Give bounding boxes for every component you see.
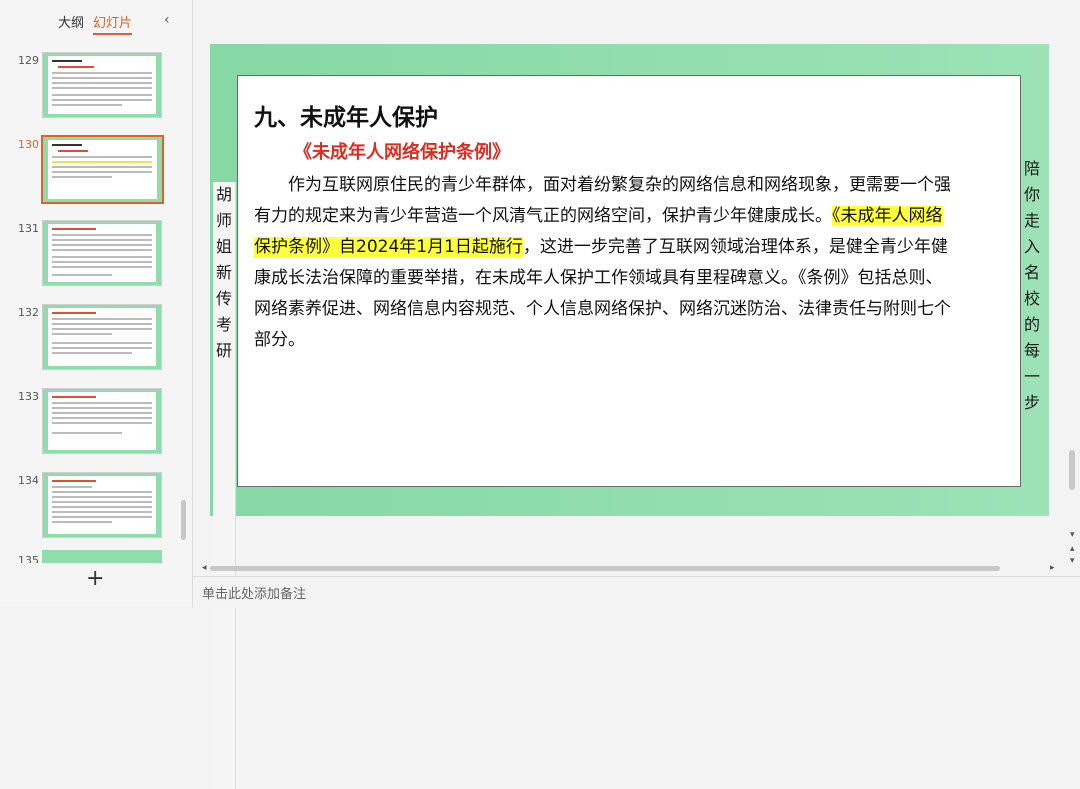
scroll-right-icon[interactable]: ▸ <box>1050 563 1055 573</box>
slide-content-box[interactable]: 九、未成年人保护 《未成年人网络保护条例》 作为互联网原住民的青少年群体，面对着… <box>237 75 1021 487</box>
slide-panel: 大纲 幻灯片 ‹ 129 130 131 132 133 134 135 + <box>0 0 193 607</box>
thumbnail-row[interactable]: 134 <box>0 468 180 540</box>
thumbnail-row[interactable]: 131 <box>0 216 180 288</box>
horizontal-scroll-thumb[interactable] <box>210 566 1000 571</box>
side-text-left: 胡师姐新传考研 <box>213 182 236 789</box>
thumbnail-row[interactable]: 130 <box>0 132 180 204</box>
slide-thumbnail[interactable] <box>42 472 162 538</box>
slide-body-text[interactable]: 作为互联网原住民的青少年群体，面对着纷繁复杂的网络信息和网络现象，更需要一个强有… <box>254 170 958 356</box>
panel-scrollbar[interactable] <box>181 500 186 540</box>
slide-thumbnail[interactable] <box>42 220 162 286</box>
slide-title[interactable]: 九、未成年人保护 <box>254 98 438 132</box>
chevron-left-icon[interactable]: ‹ <box>164 12 170 28</box>
slide-thumbnail[interactable] <box>42 52 162 118</box>
notes-pane[interactable]: 单击此处添加备注 <box>193 576 1080 608</box>
slide-number: 132 <box>18 306 39 319</box>
slide-number: 133 <box>18 390 39 403</box>
thumbnail-list[interactable]: 129 130 131 132 133 134 135 <box>0 48 180 563</box>
slide-thumbnail[interactable] <box>42 304 162 370</box>
side-text-right: 陪你走入名校的每一步 <box>1023 159 1040 412</box>
slide-thumbnail-active[interactable] <box>41 135 164 204</box>
tab-slides[interactable]: 幻灯片 <box>93 12 133 35</box>
notes-input[interactable]: 单击此处添加备注 <box>202 583 306 602</box>
slide-number: 135 <box>18 554 39 563</box>
thumbnail-row[interactable]: 129 <box>0 48 180 120</box>
scroll-down-icon[interactable]: ▾ <box>1070 530 1075 540</box>
thumbnail-row[interactable]: 133 <box>0 384 180 456</box>
thumbnail-row[interactable]: 135 <box>0 548 180 563</box>
slide-canvas[interactable]: 胡师姐新传考研 九、未成年人保护 《未成年人网络保护条例》 作为互联网原住民的青… <box>210 44 1049 789</box>
slide-number: 134 <box>18 474 39 487</box>
scroll-left-icon[interactable]: ◂ <box>202 563 207 573</box>
slide-thumbnail[interactable] <box>42 550 162 563</box>
prev-slide-icon[interactable]: ▴ <box>1070 544 1075 554</box>
slide-number: 129 <box>18 54 39 67</box>
next-slide-icon[interactable]: ▾ <box>1070 556 1075 566</box>
main-scroll-thumb[interactable] <box>1069 450 1075 490</box>
slide-number: 131 <box>18 222 39 235</box>
thumbnail-row[interactable]: 132 <box>0 300 180 372</box>
tab-outline[interactable]: 大纲 <box>58 12 84 31</box>
editing-area: 胡师姐新传考研 九、未成年人保护 《未成年人网络保护条例》 作为互联网原住民的青… <box>193 0 1065 789</box>
slide-number: 130 <box>18 138 39 151</box>
add-slide-button[interactable]: + <box>86 568 104 590</box>
slide-subtitle[interactable]: 《未成年人网络保护条例》 <box>294 138 510 164</box>
slide-thumbnail[interactable] <box>42 388 162 454</box>
